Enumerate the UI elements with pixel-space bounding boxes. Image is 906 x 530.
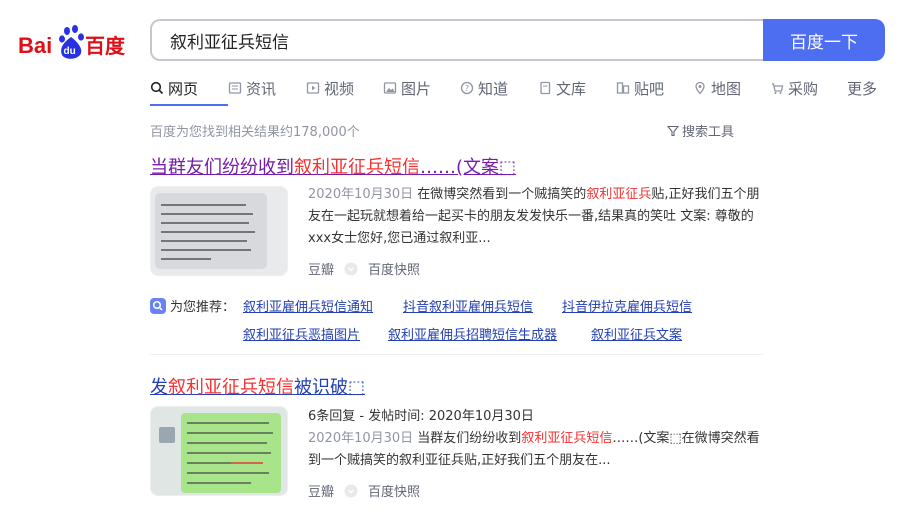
svg-text:百度: 百度	[85, 34, 126, 58]
tab-label: 知道	[478, 79, 509, 98]
sms-screenshot-image	[151, 187, 287, 275]
search-button[interactable]: 百度一下	[763, 19, 885, 61]
result-snippet: 2020年10月30日 当群友们纷纷收到叙利亚征兵短信……(文案⬚在微博突然看到…	[308, 428, 764, 472]
search-box	[150, 19, 763, 61]
tab-purchase[interactable]: 采购	[770, 76, 847, 100]
result-title[interactable]: 发叙利亚征兵短信被识破⬚	[150, 373, 365, 399]
tab-zhidao[interactable]: ? 知道	[460, 76, 538, 100]
search-icon	[150, 81, 164, 95]
recommend-link[interactable]: 叙利亚征兵恶搞图片	[243, 324, 360, 343]
baidu-logo[interactable]: Bai du 百度	[18, 22, 130, 62]
source-name[interactable]: 豆瓣	[308, 481, 334, 500]
tab-wenku[interactable]: 文库	[538, 76, 616, 100]
tab-video[interactable]: 视频	[306, 76, 383, 100]
result-source: 豆瓣 百度快照	[308, 481, 420, 500]
title-text: 当群友们纷纷收到	[150, 157, 294, 178]
result-meta: 6条回复 - 发帖时间: 2020年10月30日	[308, 409, 534, 424]
result-thumbnail[interactable]	[150, 186, 288, 276]
result-count: 百度为您找到相关结果约178,000个	[150, 125, 360, 140]
tab-tieba[interactable]: 贴吧	[616, 76, 693, 100]
source-name[interactable]: 豆瓣	[308, 259, 334, 278]
tab-label: 文库	[556, 79, 587, 98]
tab-label: 视频	[324, 79, 355, 98]
title-highlight: 叙利亚征兵短信	[294, 157, 420, 178]
tab-label: 网页	[168, 79, 199, 98]
chevron-down-icon[interactable]	[344, 262, 358, 276]
tab-images[interactable]: 图片	[383, 76, 460, 100]
recommend-link[interactable]: 叙利亚征兵文案	[591, 324, 682, 343]
chevron-down-icon[interactable]	[344, 484, 358, 498]
divider	[150, 354, 763, 355]
tab-map[interactable]: 地图	[693, 76, 770, 100]
search-tools-button[interactable]: 搜索工具	[667, 121, 734, 140]
svg-text:?: ?	[465, 84, 469, 93]
result-source: 豆瓣 百度快照	[308, 259, 420, 278]
title-text: 被识破⬚	[294, 377, 366, 398]
chat-screenshot-image	[151, 407, 287, 495]
cart-icon	[772, 83, 784, 94]
tab-more[interactable]: 更多	[847, 76, 877, 100]
tieba-icon	[616, 82, 630, 94]
result-thumbnail[interactable]	[150, 406, 288, 496]
tab-web[interactable]: 网页	[150, 76, 228, 106]
video-icon	[306, 82, 320, 94]
title-text: 发	[150, 377, 168, 398]
search-tabs: 网页 资讯 视频 图片 ? 知道 文库 贴吧 地图 采购 更多	[150, 76, 877, 106]
tab-label: 采购	[788, 79, 819, 98]
snippet-text: 当群友们纷纷收到	[413, 431, 522, 446]
tab-label: 贴吧	[634, 79, 665, 98]
title-highlight: 叙利亚征兵短信	[168, 377, 294, 398]
recommend-label-text: 为您推荐：	[170, 300, 236, 315]
title-text: ……(文案⬚	[420, 157, 517, 178]
snippet-text: 在微博突然看到一个贼搞笑的	[413, 187, 587, 202]
recommend-link[interactable]: 叙利亚雇佣兵招聘短信生成器	[388, 324, 557, 343]
search-input[interactable]	[168, 29, 732, 51]
svg-text:du: du	[64, 46, 76, 57]
snippet-highlight: 叙利亚征兵短信	[521, 431, 613, 446]
filter-icon	[667, 125, 679, 136]
document-icon	[540, 81, 551, 95]
map-icon	[695, 81, 705, 95]
question-icon: ?	[460, 81, 474, 95]
tab-label: 资讯	[246, 79, 277, 98]
cache-link[interactable]: 百度快照	[368, 481, 420, 500]
result-snippet: 2020年10月30日 在微博突然看到一个贼搞笑的叙利亚征兵贴,正好我们五个朋友…	[308, 184, 764, 250]
result-date: 2020年10月30日	[308, 187, 414, 202]
cache-link[interactable]: 百度快照	[368, 259, 420, 278]
result-title[interactable]: 当群友们纷纷收到叙利亚征兵短信……(文案⬚	[150, 153, 516, 179]
recommend-link[interactable]: 抖音伊拉克雇佣兵短信	[562, 296, 692, 315]
search-tools-label: 搜索工具	[682, 125, 735, 140]
result-date: 2020年10月30日	[308, 431, 414, 446]
search-icon	[150, 297, 166, 314]
news-icon	[228, 82, 242, 94]
image-icon	[383, 82, 397, 94]
svg-text:Bai: Bai	[18, 33, 52, 58]
tab-label: 图片	[401, 79, 432, 98]
tab-label: 更多	[847, 79, 878, 98]
snippet-highlight: 叙利亚征兵	[586, 187, 652, 202]
recommend-label: 为您推荐：	[150, 296, 235, 315]
tab-label: 地图	[711, 79, 742, 98]
recommend-link[interactable]: 叙利亚雇佣兵短信通知	[243, 296, 373, 315]
recommend-link[interactable]: 抖音叙利亚雇佣兵短信	[403, 296, 533, 315]
tab-news[interactable]: 资讯	[228, 76, 306, 100]
